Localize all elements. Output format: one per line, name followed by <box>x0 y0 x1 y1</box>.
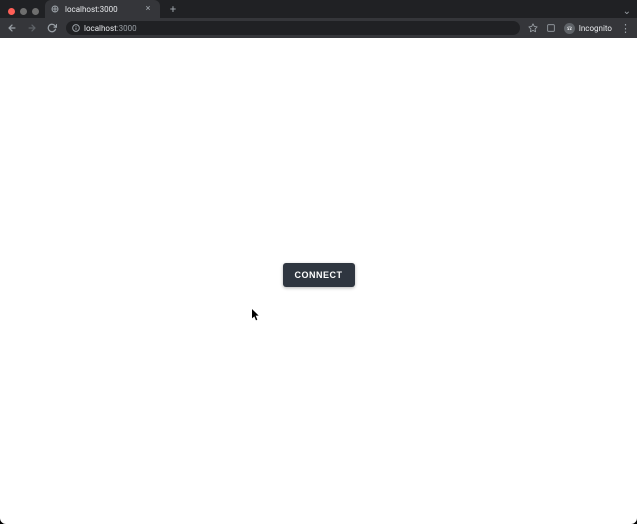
site-info-icon[interactable] <box>72 24 80 32</box>
profile-chip[interactable]: Incognito <box>564 23 612 34</box>
profile-label: Incognito <box>579 24 612 33</box>
tab-close-icon[interactable]: × <box>144 5 152 13</box>
mac-dot-grey <box>20 8 27 15</box>
forward-button[interactable] <box>26 22 38 34</box>
mac-dot-grey <box>32 8 39 15</box>
page-viewport: CONNECT <box>0 38 637 524</box>
browser-tab[interactable]: localhost:3000 × <box>45 0 160 18</box>
tab-strip: localhost:3000 × + <box>0 0 637 18</box>
mac-dot-red <box>8 8 15 15</box>
new-tab-button[interactable]: + <box>164 0 182 18</box>
extensions-icon[interactable] <box>546 23 556 33</box>
tab-title: localhost:3000 <box>65 5 138 14</box>
incognito-avatar-icon <box>564 23 575 34</box>
address-host: localhost <box>84 24 117 33</box>
connect-button[interactable]: CONNECT <box>283 263 355 287</box>
browser-toolbar: localhost:3000 Incognito ⋮ <box>0 18 637 38</box>
address-port: :3000 <box>117 24 137 33</box>
back-button[interactable] <box>6 22 18 34</box>
browser-menu-icon[interactable]: ⋮ <box>620 23 631 34</box>
bookmark-star-icon[interactable] <box>528 23 538 33</box>
address-bar[interactable]: localhost:3000 <box>66 21 520 35</box>
window-dropdown-icon[interactable]: ⌄ <box>623 6 631 17</box>
tab-favicon-icon <box>51 5 59 13</box>
address-text: localhost:3000 <box>84 24 137 33</box>
mac-traffic-lights <box>8 8 39 15</box>
reload-button[interactable] <box>46 22 58 34</box>
